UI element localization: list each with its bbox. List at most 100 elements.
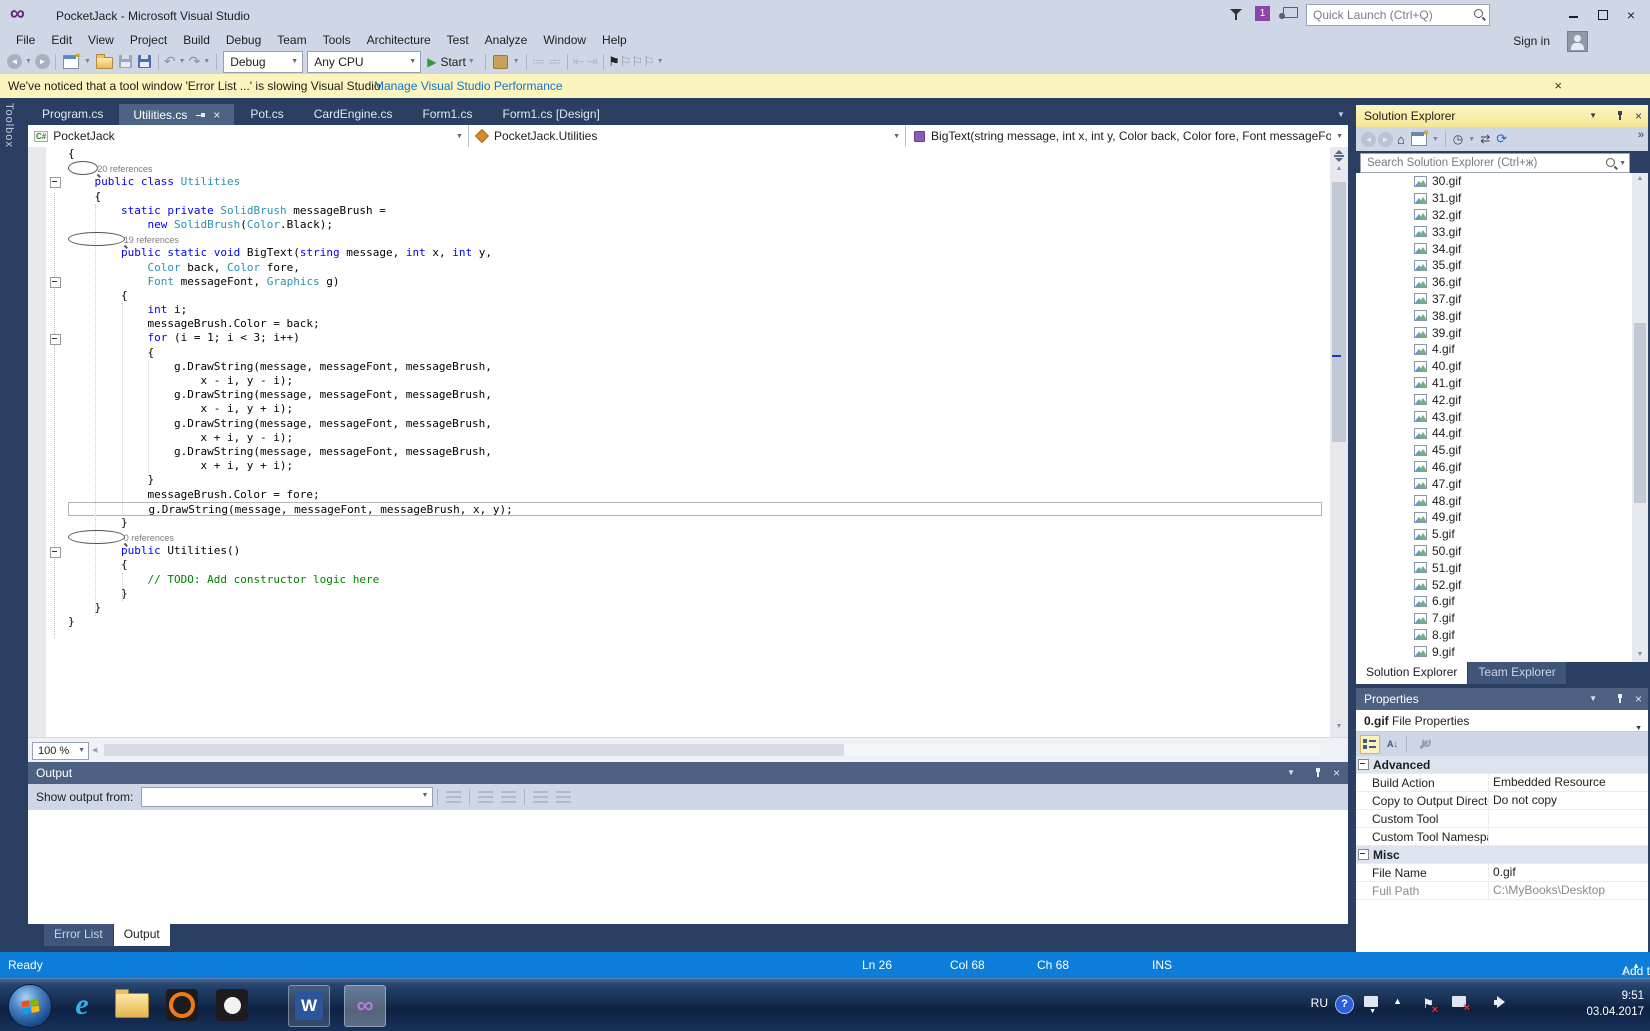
property-value[interactable]: C:\MyBooks\Desktop — [1488, 882, 1648, 899]
forward-icon[interactable]: ► — [1378, 132, 1393, 147]
solution-item-32-gif[interactable]: 32.gif — [1356, 207, 1648, 224]
menu-debug[interactable]: Debug — [218, 30, 269, 50]
solution-item-33-gif[interactable]: 33.gif — [1356, 223, 1648, 240]
solution-item-44-gif[interactable]: 44.gif — [1356, 425, 1648, 442]
language-indicator[interactable]: RU — [1311, 996, 1328, 1010]
tab-pot-cs[interactable]: Pot.cs — [236, 104, 297, 125]
solution-search-input[interactable] — [1365, 155, 1589, 171]
tab-close-icon[interactable]: × — [213, 108, 220, 122]
navigate-forward-icon[interactable]: ► — [35, 54, 50, 69]
solution-item-6-gif[interactable]: 6.gif — [1356, 593, 1648, 610]
solution-item-40-gif[interactable]: 40.gif — [1356, 358, 1648, 375]
clear-all-icon[interactable] — [533, 791, 548, 803]
increase-indent-icon[interactable]: ⇥ — [586, 53, 598, 70]
chevron-down-icon[interactable]: ▼ — [1619, 160, 1626, 167]
solution-item-8-gif[interactable]: 8.gif — [1356, 627, 1648, 644]
tab-pin-icon[interactable] — [195, 110, 205, 120]
solution-item-42-gif[interactable]: 42.gif — [1356, 391, 1648, 408]
toolbar-overflow-icon[interactable]: ▼ — [657, 58, 664, 65]
vertical-scrollbar[interactable]: ▲ ▼ — [1330, 147, 1348, 737]
menu-help[interactable]: Help — [594, 30, 635, 50]
solution-item-5-gif[interactable]: 5.gif — [1356, 526, 1648, 543]
overflow-icon[interactable]: ▼ — [513, 58, 520, 65]
split-grip-icon[interactable] — [1333, 149, 1345, 163]
home-icon[interactable]: ⌂ — [1397, 132, 1405, 147]
property-row[interactable]: Build ActionEmbedded Resource — [1356, 774, 1648, 792]
solution-explorer-header[interactable]: Solution Explorer ▼ × — [1356, 105, 1648, 127]
uncomment-icon[interactable]: ≕ — [548, 53, 562, 70]
solution-item-35-gif[interactable]: 35.gif — [1356, 257, 1648, 274]
solution-item-49-gif[interactable]: 49.gif — [1356, 509, 1648, 526]
property-row[interactable]: Custom Tool Namespace — [1356, 828, 1648, 846]
tab-solution-explorer[interactable]: Solution Explorer — [1356, 662, 1467, 684]
window-position-icon[interactable]: ▼ — [1589, 105, 1597, 127]
chevron-down-icon[interactable]: ▼ — [1369, 1008, 1376, 1015]
project-dropdown[interactable]: C# PocketJack ▼ — [28, 125, 469, 147]
property-value[interactable]: Do not copy — [1488, 792, 1648, 809]
pending-changes-filter-icon[interactable]: ◷ — [1453, 132, 1463, 146]
search-icon[interactable] — [1606, 158, 1615, 167]
scrollbar-thumb[interactable] — [104, 744, 844, 756]
close-icon[interactable]: × — [1635, 688, 1642, 710]
scrollbar-thumb[interactable] — [1332, 182, 1346, 442]
refresh-icon[interactable]: ⟳ — [1496, 131, 1507, 147]
menu-analyze[interactable]: Analyze — [477, 30, 536, 50]
property-category-advanced[interactable]: Advanced — [1356, 756, 1648, 774]
property-pages-icon[interactable] — [1417, 737, 1431, 751]
fold-toggle-icon[interactable] — [50, 177, 61, 188]
solution-item-43-gif[interactable]: 43.gif — [1356, 408, 1648, 425]
tray-clock[interactable]: 9:51 03.04.2017 — [1586, 988, 1644, 1020]
close-button[interactable]: × — [1618, 6, 1644, 24]
word-wrap-icon[interactable] — [556, 791, 571, 803]
previous-bookmark-icon[interactable]: ⚐ — [620, 54, 632, 70]
undo-dropdown-icon[interactable]: ▼ — [179, 58, 186, 65]
menu-edit[interactable]: Edit — [43, 30, 80, 50]
redo-icon[interactable]: ↷ — [189, 53, 201, 70]
show-hidden-icons[interactable]: ▲ — [1393, 996, 1402, 1006]
menu-view[interactable]: View — [80, 30, 122, 50]
chevron-down-icon[interactable]: ▼ — [1432, 136, 1439, 143]
configuration-combo[interactable]: Debug▼ — [223, 51, 303, 73]
tab-error-list[interactable]: Error List — [44, 924, 113, 946]
solution-item-34-gif[interactable]: 34.gif — [1356, 240, 1648, 257]
output-content[interactable] — [28, 810, 1348, 924]
new-dropdown-icon[interactable]: ▼ — [84, 58, 91, 65]
properties-grid[interactable]: AdvancedBuild ActionEmbedded ResourceCop… — [1356, 756, 1648, 952]
help-icon[interactable]: ? — [1335, 995, 1354, 1014]
alphabetical-sort-icon[interactable]: A↓ — [1387, 739, 1398, 749]
close-icon[interactable]: × — [1333, 762, 1340, 784]
solution-item-36-gif[interactable]: 36.gif — [1356, 274, 1648, 291]
scroll-down-icon[interactable]: ▼ — [1330, 723, 1348, 730]
infobar-close-icon[interactable]: × — [1554, 78, 1562, 93]
pin-icon[interactable] — [1615, 111, 1625, 121]
menu-file[interactable]: File — [8, 30, 43, 50]
file-explorer-button[interactable] — [112, 985, 152, 1025]
property-value[interactable]: Embedded Resource — [1488, 774, 1648, 791]
menu-tools[interactable]: Tools — [315, 30, 359, 50]
word-button[interactable]: W — [288, 985, 330, 1027]
solution-item-9-gif[interactable]: 9.gif — [1356, 643, 1648, 660]
undo-icon[interactable]: ↶ — [164, 53, 176, 70]
chevron-down-icon[interactable]: ▼ — [1468, 136, 1475, 143]
open-file-icon[interactable] — [96, 57, 113, 69]
solution-item-45-gif[interactable]: 45.gif — [1356, 442, 1648, 459]
close-icon[interactable]: × — [1635, 105, 1642, 127]
quick-launch-box[interactable] — [1306, 4, 1490, 26]
tab-utilities-cs[interactable]: Utilities.cs× — [119, 104, 234, 125]
pin-icon[interactable] — [1313, 768, 1323, 778]
solution-item-38-gif[interactable]: 38.gif — [1356, 307, 1648, 324]
sign-in-link[interactable]: Sign in — [1513, 34, 1550, 48]
internet-explorer-button[interactable]: e — [62, 985, 102, 1025]
code-text-area[interactable]: {20 references public class Utilities { … — [68, 147, 1326, 737]
show-all-files-icon[interactable] — [1411, 132, 1427, 146]
pin-icon[interactable] — [1615, 694, 1625, 704]
menu-build[interactable]: Build — [175, 30, 218, 50]
menu-team[interactable]: Team — [269, 30, 314, 50]
tab-program-cs[interactable]: Program.cs — [28, 104, 117, 125]
network-icon[interactable]: × — [1452, 996, 1466, 1010]
solution-item-52-gif[interactable]: 52.gif — [1356, 576, 1648, 593]
solution-item-4-gif[interactable]: 4.gif — [1356, 341, 1648, 358]
solution-item-31-gif[interactable]: 31.gif — [1356, 190, 1648, 207]
action-center-icon[interactable]: ⚑× — [1422, 996, 1434, 1012]
solution-scrollbar[interactable]: ▲ ▼ — [1632, 173, 1648, 662]
